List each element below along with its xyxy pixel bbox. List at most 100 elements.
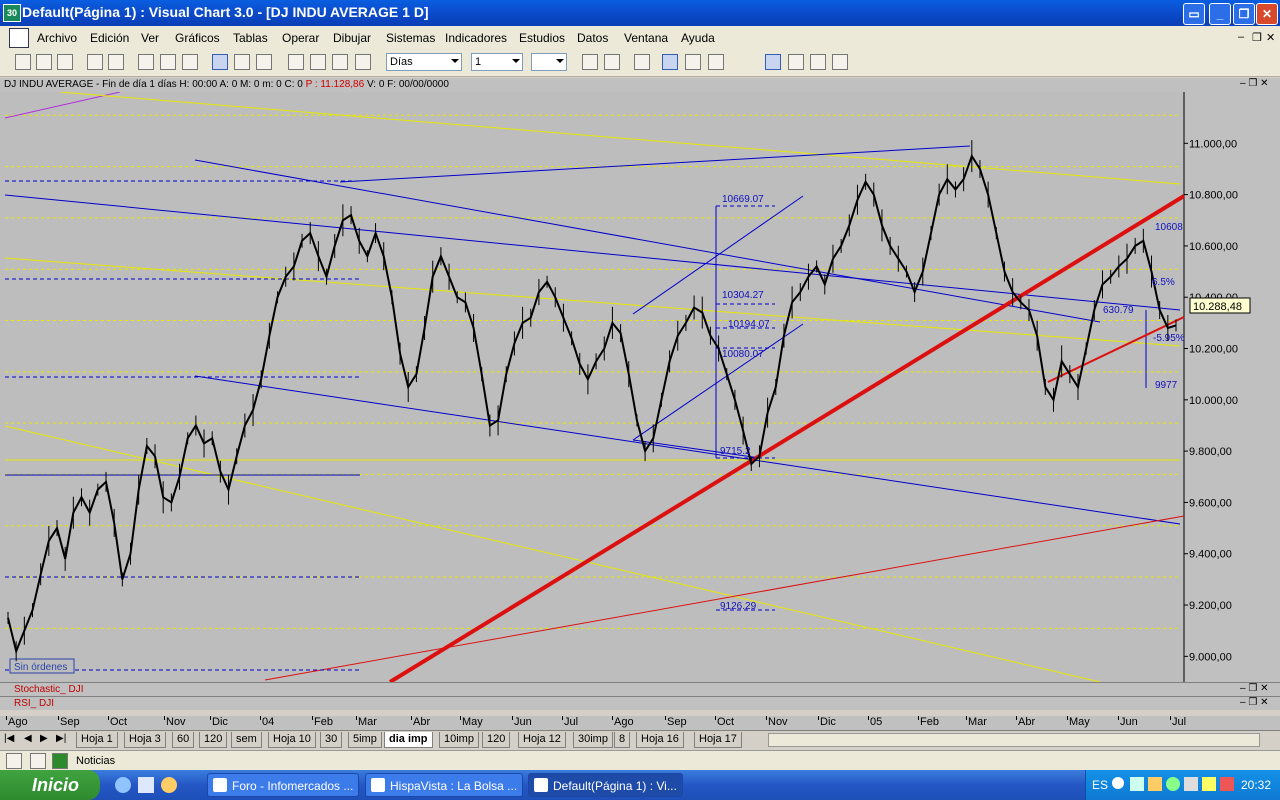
scroll-right-icon[interactable]: [332, 54, 348, 70]
sheet-tab[interactable]: 120: [482, 732, 511, 748]
save-all-icon[interactable]: [57, 54, 73, 70]
menu-graficos[interactable]: Gráficos: [175, 31, 220, 45]
multiplier-select[interactable]: 1: [471, 53, 523, 71]
minimize-icon[interactable]: _: [1209, 3, 1231, 25]
period-select[interactable]: Días: [386, 53, 462, 71]
restore-icon[interactable]: ❐: [1233, 3, 1255, 25]
menu-edicion[interactable]: Edición: [90, 31, 129, 45]
task-foro[interactable]: Foro - Infomercados ...: [207, 773, 359, 797]
zoom-fit-icon[interactable]: [160, 54, 176, 70]
tray-security-icon[interactable]: [1166, 777, 1180, 791]
sheet-tab[interactable]: 30: [320, 732, 343, 748]
orders-box[interactable]: Sin órdenes: [9, 658, 75, 674]
bar-chart-icon[interactable]: [87, 54, 103, 70]
crosshair-icon[interactable]: [212, 54, 228, 70]
menu-ayuda[interactable]: Ayuda: [681, 31, 715, 45]
desktop-quicklaunch-icon[interactable]: [138, 777, 154, 793]
sheet-tab[interactable]: Hoja 16: [636, 732, 684, 748]
menu-ventana[interactable]: Ventana: [624, 31, 668, 45]
sheet-tab[interactable]: 30imp: [573, 732, 613, 748]
messenger-quicklaunch-icon[interactable]: [161, 777, 177, 793]
tab-nav-prev-icon[interactable]: ◀: [24, 733, 32, 744]
tray-network-icon[interactable]: [1130, 777, 1144, 791]
clock[interactable]: 20:32: [1241, 778, 1271, 792]
horizontal-scrollbar[interactable]: [768, 733, 1260, 747]
line-style-select[interactable]: [531, 53, 567, 71]
sheet-tab[interactable]: dia imp: [384, 732, 433, 748]
new-icon[interactable]: [15, 54, 31, 70]
link-icon[interactable]: [182, 54, 198, 70]
sheet-tab[interactable]: 60: [172, 732, 195, 748]
menu-dibujar[interactable]: Dibujar: [333, 31, 371, 45]
child-restore-icon[interactable]: ❐: [1252, 31, 1262, 44]
news-filter-icon[interactable]: [30, 753, 46, 769]
layout-3-icon[interactable]: [810, 54, 826, 70]
zoom-in-icon[interactable]: [604, 54, 620, 70]
zoom-out-icon[interactable]: [582, 54, 598, 70]
toolbar: Días 1: [0, 50, 1280, 77]
sheet-tab[interactable]: sem: [231, 732, 262, 748]
stochastic-pane[interactable]: Stochastic_ DJI – ❐ ✕: [0, 682, 1280, 696]
sheet-tab[interactable]: Hoja 3: [124, 732, 166, 748]
sheet-tab[interactable]: Hoja 1: [76, 732, 118, 748]
menu-estudios[interactable]: Estudios: [519, 31, 565, 45]
sheet-tab[interactable]: Hoja 10: [268, 732, 316, 748]
menu-operar[interactable]: Operar: [282, 31, 319, 45]
news-label[interactable]: Noticias: [76, 755, 115, 767]
start-button[interactable]: Inicio: [0, 770, 100, 800]
menu-indicadores[interactable]: Indicadores: [445, 31, 507, 45]
child-minimize-icon[interactable]: –: [1238, 31, 1244, 43]
tab-nav-first-icon[interactable]: |◀: [4, 733, 14, 744]
minimize-to-tray-icon[interactable]: ▭: [1183, 3, 1205, 25]
ie-quicklaunch-icon[interactable]: [115, 777, 131, 793]
rsi-controls-icon[interactable]: – ❐ ✕: [1240, 697, 1268, 708]
tray-arrow-icon[interactable]: [1112, 777, 1124, 789]
time-axis-label: Dic: [212, 716, 228, 728]
folder-icon[interactable]: [138, 54, 154, 70]
scale-icon[interactable]: [634, 54, 650, 70]
sheet-tab[interactable]: 10imp: [439, 732, 479, 748]
tray-messenger-icon[interactable]: [1202, 777, 1216, 791]
news-n-icon[interactable]: [52, 753, 68, 769]
close-icon[interactable]: ✕: [1256, 3, 1278, 25]
indicator-icon[interactable]: [108, 54, 124, 70]
child-close-icon[interactable]: ✕: [1266, 31, 1275, 44]
task-visual-chart[interactable]: Default(Página 1) : Vi...: [528, 773, 683, 797]
tray-app-icon[interactable]: [1148, 777, 1162, 791]
stochastic-controls-icon[interactable]: – ❐ ✕: [1240, 683, 1268, 694]
language-indicator[interactable]: ES: [1092, 778, 1108, 792]
menu-sistemas[interactable]: Sistemas: [386, 31, 435, 45]
tab-nav-last-icon[interactable]: ▶|: [56, 733, 66, 744]
pen-icon[interactable]: [355, 54, 371, 70]
sheet-tab[interactable]: 120: [199, 732, 228, 748]
scroll-left-icon[interactable]: [310, 54, 326, 70]
task-hispavista[interactable]: HispaVista : La Bolsa ...: [365, 773, 523, 797]
sheet-tab[interactable]: 5imp: [348, 732, 382, 748]
document-icon[interactable]: [9, 28, 29, 48]
time-axis-tick: [108, 716, 109, 720]
layout-2-icon[interactable]: [788, 54, 804, 70]
trendline-icon[interactable]: [685, 54, 701, 70]
properties-icon[interactable]: [288, 54, 304, 70]
price-chart[interactable]: 11.000,0010.800,0010.600,0010.400,0010.2…: [0, 92, 1280, 682]
tray-alert-icon[interactable]: [1220, 777, 1234, 791]
layout-1-icon[interactable]: [765, 54, 781, 70]
pointer-icon[interactable]: [662, 54, 678, 70]
menu-datos[interactable]: Datos: [577, 31, 608, 45]
color-icon[interactable]: [234, 54, 250, 70]
layout-4-icon[interactable]: [832, 54, 848, 70]
menu-ver[interactable]: Ver: [141, 31, 159, 45]
news-refresh-icon[interactable]: [6, 753, 22, 769]
pane-controls-icon[interactable]: – ❐ ✕: [1240, 78, 1268, 89]
tab-nav-next-icon[interactable]: ▶: [40, 733, 48, 744]
line-color-icon[interactable]: [708, 54, 724, 70]
menu-archivo[interactable]: Archivo: [37, 31, 77, 45]
sheet-tab[interactable]: Hoja 17: [694, 732, 742, 748]
layers-icon[interactable]: [256, 54, 272, 70]
sheet-tab[interactable]: 8: [614, 732, 631, 748]
sheet-tab[interactable]: Hoja 12: [518, 732, 566, 748]
menu-tablas[interactable]: Tablas: [233, 31, 268, 45]
rsi-pane[interactable]: RSI_ DJI – ❐ ✕: [0, 696, 1280, 710]
save-icon[interactable]: [36, 54, 52, 70]
tray-volume-icon[interactable]: [1184, 777, 1198, 791]
